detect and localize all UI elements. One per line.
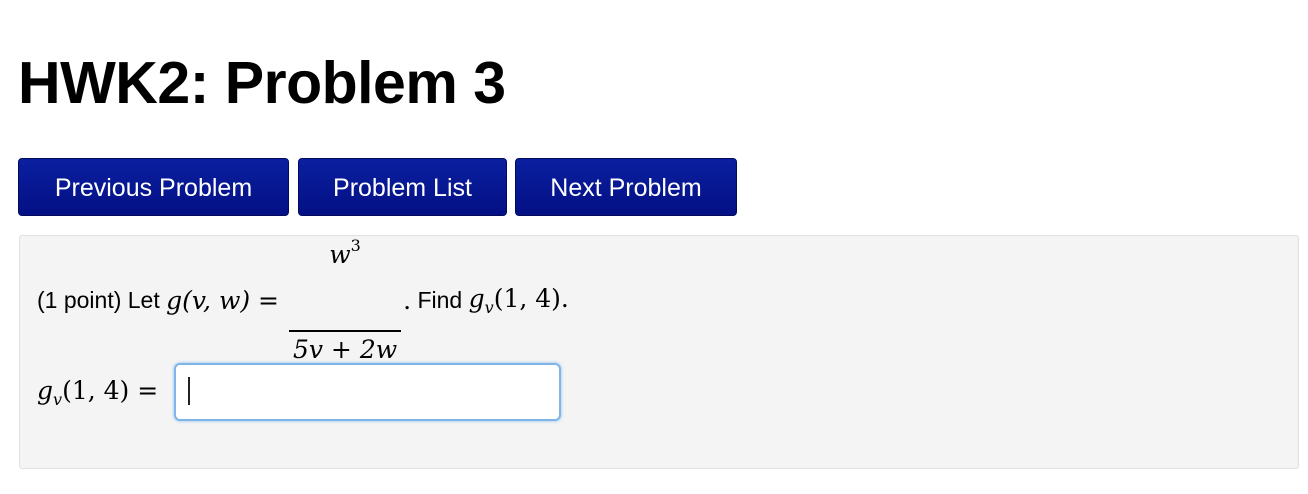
target-expression: gv(1, 4). <box>468 283 569 317</box>
problem-statement: (1 point) Let g(v, w) = w3 5v + 2w . Fin… <box>37 236 569 364</box>
answer-input[interactable] <box>174 363 562 421</box>
fraction-numerator: w3 <box>329 236 361 269</box>
find-text: Find <box>411 286 469 313</box>
text-cursor <box>188 377 191 405</box>
previous-problem-button[interactable]: Previous Problem <box>18 158 289 216</box>
problem-panel: (1 point) Let g(v, w) = w3 5v + 2w . Fin… <box>19 235 1299 469</box>
next-problem-button[interactable]: Next Problem <box>515 158 737 216</box>
period: . <box>403 285 412 315</box>
numerator-exponent: 3 <box>350 236 361 255</box>
points-text: (1 point) Let <box>37 286 167 313</box>
function-definition: g(v, w) = <box>166 286 287 315</box>
fraction-denominator: 5v + 2w <box>288 330 402 364</box>
answer-input-wrapper <box>174 363 562 421</box>
answer-label: gv(1, 4) = <box>37 375 159 409</box>
page-title: HWK2: Problem 3 <box>18 50 506 116</box>
answer-row: gv(1, 4) = <box>37 363 562 421</box>
function-lhs: g(v, w) = <box>166 285 287 315</box>
